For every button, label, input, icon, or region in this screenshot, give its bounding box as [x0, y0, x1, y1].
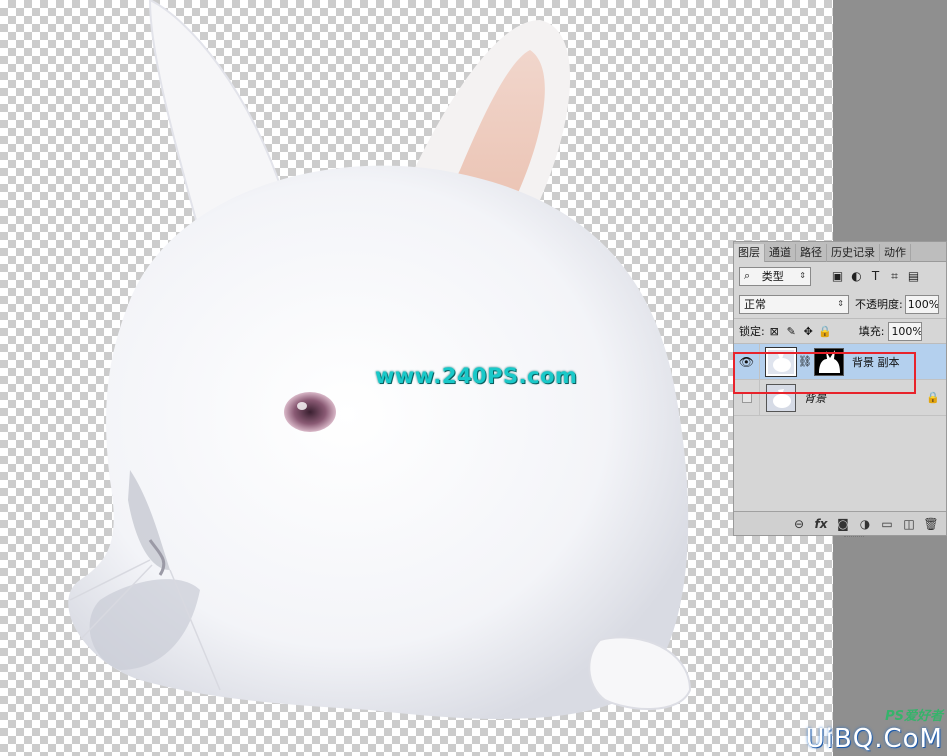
lock-position-icon[interactable]: ✥ — [801, 324, 816, 339]
lock-transparent-pixels-icon[interactable]: ⊠ — [767, 324, 782, 339]
opacity-label: 不透明度: — [855, 298, 903, 311]
panel-bottom-toolbar: ⊖ fx ◙ ◑ ▭ ◫ 🗑 — [734, 511, 946, 535]
type-filter-icon[interactable]: T — [867, 268, 884, 285]
filter-row: ⌕ 类型 ⇕ ▣ ◐ T ⌗ ▤ — [734, 262, 946, 290]
tab-actions[interactable]: 动作 — [880, 244, 911, 262]
layer-style-icon[interactable]: fx — [810, 517, 832, 531]
fill-label: 填充: — [858, 325, 885, 338]
blend-mode-select[interactable]: 正常 ⇕ — [739, 294, 849, 314]
adjustment-filter-icon[interactable]: ◐ — [848, 268, 865, 285]
add-mask-icon[interactable]: ◙ — [832, 517, 854, 531]
kind-filter-select[interactable]: ⌕ 类型 ⇕ — [739, 266, 811, 286]
site-logo: PS爱好者 UiBQ.CoM — [806, 705, 943, 754]
lock-all-icon[interactable]: 🔒 — [818, 324, 833, 339]
new-layer-icon[interactable]: ◫ — [898, 517, 920, 531]
blend-mode-value: 正常 — [744, 298, 766, 311]
tab-layers[interactable]: 图层 — [734, 244, 765, 262]
shape-filter-icon[interactable]: ⌗ — [886, 268, 903, 285]
lock-icon: 🔒 — [926, 391, 940, 404]
search-icon: ⌕ — [744, 269, 751, 282]
tab-channels[interactable]: 通道 — [765, 244, 796, 262]
smart-object-filter-icon[interactable]: ▤ — [905, 268, 922, 285]
updown-arrows-icon: ⇕ — [799, 271, 806, 280]
panel-tabs: 图层 通道 路径 历史记录 动作 — [734, 242, 946, 262]
panel-resize-grip[interactable] — [844, 536, 864, 539]
tab-paths[interactable]: 路径 — [796, 244, 827, 262]
site-logo-top: PS爱好者 — [885, 709, 943, 724]
blend-row: 正常 ⇕ 不透明度: 100% — [734, 290, 946, 318]
watermark-text: www.240PS.com — [375, 364, 578, 388]
lock-image-pixels-icon[interactable]: ✎ — [784, 324, 799, 339]
image-filter-icon[interactable]: ▣ — [829, 268, 846, 285]
kind-filter-value: 类型 — [761, 270, 784, 283]
tab-history[interactable]: 历史记录 — [827, 244, 880, 262]
link-layers-icon[interactable]: ⊖ — [788, 517, 810, 531]
selected-layer-highlight — [733, 352, 916, 394]
lock-label: 锁定: — [739, 325, 765, 338]
updown-arrows-icon: ⇕ — [837, 299, 844, 308]
delete-layer-icon[interactable]: 🗑 — [920, 517, 942, 531]
new-adjustment-layer-icon[interactable]: ◑ — [854, 517, 876, 531]
opacity-input[interactable]: 100% — [904, 294, 939, 314]
lock-row: 锁定: ⊠ ✎ ✥ 🔒 填充: 100% — [734, 318, 946, 344]
fill-input[interactable]: 100% — [888, 321, 923, 341]
document-canvas[interactable]: www.240PS.com — [0, 0, 833, 756]
site-logo-bottom: UiBQ.CoM — [805, 724, 943, 754]
new-group-icon[interactable]: ▭ — [876, 517, 898, 531]
